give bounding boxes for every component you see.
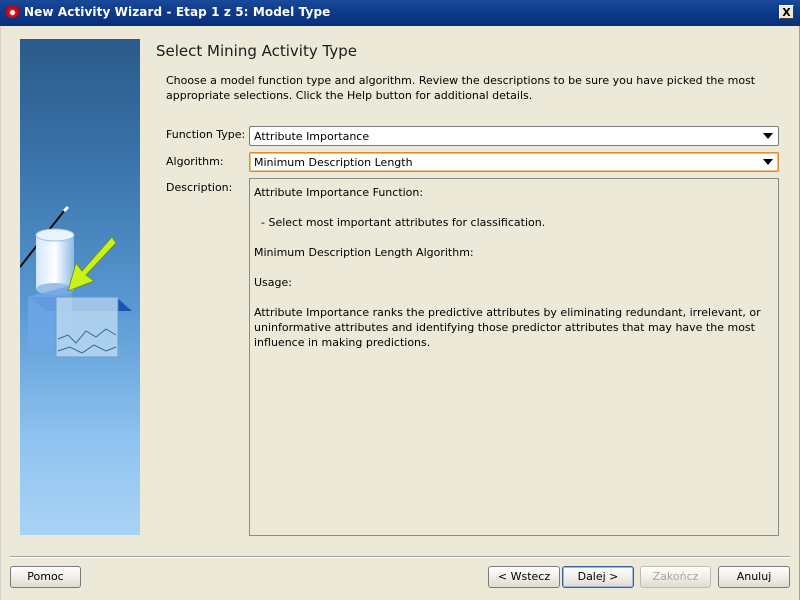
back-button[interactable]: < Wstecz bbox=[488, 566, 560, 588]
algorithm-select[interactable]: Minimum Description Length bbox=[249, 152, 779, 172]
description-line: Attribute Importance ranks the predictiv… bbox=[254, 306, 761, 349]
window-title: New Activity Wizard - Etap 1 z 5: Model … bbox=[24, 5, 331, 19]
chevron-down-icon[interactable] bbox=[763, 159, 773, 165]
footer-separator bbox=[10, 556, 790, 558]
description-line: - Select most important attributes for c… bbox=[254, 216, 546, 229]
function-type-value: Attribute Importance bbox=[254, 130, 370, 143]
description-line: Usage: bbox=[254, 276, 292, 289]
page-title: Select Mining Activity Type bbox=[156, 42, 357, 60]
help-button[interactable]: Pomoc bbox=[10, 566, 81, 588]
algorithm-value: Minimum Description Length bbox=[254, 156, 413, 169]
cancel-button[interactable]: Anuluj bbox=[718, 566, 790, 588]
data-mining-illustration-icon bbox=[19, 205, 132, 358]
function-type-label: Function Type: bbox=[166, 128, 246, 141]
function-type-select[interactable]: Attribute Importance bbox=[249, 126, 779, 146]
algorithm-label: Algorithm: bbox=[166, 155, 224, 168]
description-label: Description: bbox=[166, 181, 233, 194]
description-text-area[interactable]: Attribute Importance Function: - Select … bbox=[249, 178, 779, 536]
chevron-down-icon[interactable] bbox=[763, 133, 773, 139]
title-bar: New Activity Wizard - Etap 1 z 5: Model … bbox=[0, 0, 800, 26]
intro-text: Choose a model function type and algorit… bbox=[166, 74, 756, 102]
next-button[interactable]: Dalej > bbox=[562, 566, 634, 588]
finish-button[interactable]: Zakończ bbox=[640, 566, 711, 588]
app-icon bbox=[5, 6, 20, 18]
description-line: Attribute Importance Function: bbox=[254, 186, 424, 199]
wizard-banner-image bbox=[19, 39, 140, 535]
close-button[interactable]: X bbox=[779, 5, 794, 19]
description-line: Minimum Description Length Algorithm: bbox=[254, 246, 474, 259]
